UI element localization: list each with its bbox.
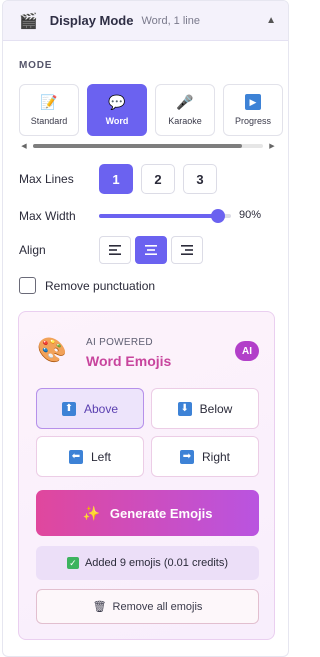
word-emojis-title: Word Emojis [86, 353, 172, 369]
mode-selector: 📝 Standard 💬 Word 🎤 Karaoke ▶ Progress [19, 84, 283, 136]
max-lines-label: Max Lines [19, 172, 74, 186]
right-arrow-icon: ➡ [179, 449, 194, 464]
speech-bubble-icon: 💬 [108, 94, 126, 110]
max-lines-1-button[interactable]: 1 [99, 164, 133, 194]
memo-icon: 📝 [40, 94, 58, 110]
remove-all-emojis-label: Remove all emojis [112, 600, 203, 613]
mode-label: Standard [30, 116, 68, 126]
generate-emojis-label: Generate Emojis [109, 505, 213, 521]
palette-icon: 🎨 [37, 337, 67, 364]
clapperboard-icon: 🎬 [19, 12, 38, 30]
scrollbar-thumb[interactable] [33, 144, 243, 148]
status-text: Added 9 emojis (0.01 credits) [84, 557, 229, 569]
remove-punctuation-row[interactable]: Remove punctuation [19, 277, 155, 294]
play-icon: ▶ [245, 94, 261, 110]
mode-scrollbar[interactable]: ◀ ▶ [19, 142, 277, 150]
check-icon: ✓ [66, 557, 79, 569]
emoji-status-message: ✓ Added 9 emojis (0.01 credits) [36, 546, 259, 580]
slider-fill [99, 214, 218, 218]
panel-subtitle: Word, 1 line [141, 14, 200, 27]
down-arrow-icon: ⬇ [177, 401, 192, 416]
position-above-button[interactable]: ⬆ Above [36, 388, 144, 429]
sparkles-icon: ✨ [82, 504, 100, 521]
up-arrow-icon: ⬆ [61, 401, 76, 416]
align-selector [99, 236, 203, 264]
display-mode-panel: 🎬 Display Mode Word, 1 line ▲ MODE 📝 Sta… [2, 0, 289, 657]
generate-emojis-button[interactable]: ✨ Generate Emojis [36, 490, 259, 536]
max-lines-3-button[interactable]: 3 [183, 164, 217, 194]
ai-powered-label: AI POWERED [86, 337, 153, 348]
mode-label: Word [105, 116, 129, 126]
collapse-chevron-icon[interactable]: ▲ [266, 15, 276, 26]
max-width-value: 90% [239, 209, 262, 221]
left-arrow-icon: ⬅ [68, 449, 83, 464]
position-label: Below [199, 401, 233, 416]
word-emojis-card: 🎨 AI POWERED Word Emojis AI ⬆ Above ⬇ Be… [18, 311, 275, 640]
remove-punctuation-label[interactable]: Remove punctuation [45, 279, 155, 293]
align-left-icon [109, 245, 121, 255]
max-lines-selector: 1 2 3 [99, 164, 217, 194]
mode-label: Progress [234, 116, 271, 126]
align-left-button[interactable] [99, 236, 131, 264]
align-right-button[interactable] [171, 236, 203, 264]
mode-standard-button[interactable]: 📝 Standard [19, 84, 79, 136]
panel-title: Display Mode [49, 13, 134, 28]
position-left-button[interactable]: ⬅ Left [36, 436, 144, 477]
align-label: Align [19, 243, 46, 257]
scrollbar-track[interactable] [33, 144, 263, 148]
scroll-left-icon[interactable]: ◀ [19, 142, 29, 150]
position-label: Right [201, 449, 230, 464]
display-mode-header[interactable]: 🎬 Display Mode Word, 1 line ▲ [3, 1, 288, 41]
emoji-position-grid: ⬆ Above ⬇ Below ⬅ Left ➡ Right [36, 388, 259, 477]
scroll-right-icon[interactable]: ▶ [267, 142, 277, 150]
mode-label: Karaoke [168, 116, 202, 126]
position-right-button[interactable]: ➡ Right [151, 436, 259, 477]
remove-punctuation-checkbox[interactable] [19, 277, 36, 294]
align-center-button[interactable] [135, 236, 167, 264]
mode-karaoke-button[interactable]: 🎤 Karaoke [155, 84, 215, 136]
mode-section-label: MODE [19, 60, 53, 71]
trash-icon: 🗑 [92, 601, 107, 613]
max-width-slider[interactable] [99, 209, 231, 223]
align-right-icon [181, 245, 193, 255]
mode-word-button[interactable]: 💬 Word [87, 84, 147, 136]
ai-badge: AI [235, 341, 259, 361]
align-center-icon [145, 245, 157, 255]
microphone-icon: 🎤 [176, 94, 194, 110]
position-below-button[interactable]: ⬇ Below [151, 388, 259, 429]
slider-thumb[interactable] [211, 209, 225, 223]
remove-all-emojis-button[interactable]: 🗑 Remove all emojis [36, 589, 259, 624]
position-label: Left [90, 449, 111, 464]
position-label: Above [83, 401, 119, 416]
max-width-label: Max Width [19, 209, 76, 223]
mode-progress-button[interactable]: ▶ Progress [223, 84, 283, 136]
max-lines-2-button[interactable]: 2 [141, 164, 175, 194]
